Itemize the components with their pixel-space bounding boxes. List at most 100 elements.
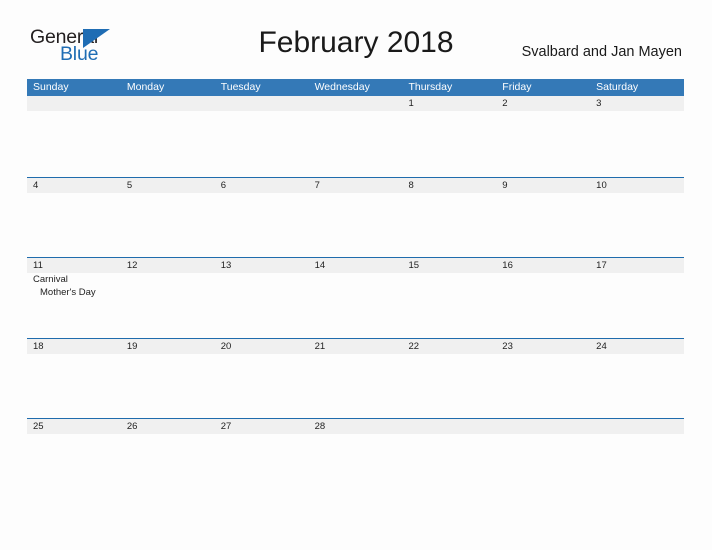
day-number[interactable]: 12: [121, 258, 215, 273]
day-number-empty: [121, 96, 215, 111]
day-cell[interactable]: [496, 193, 590, 257]
day-cell[interactable]: [402, 193, 496, 257]
week-events: Carnival Mother's Day: [27, 273, 684, 337]
day-cell[interactable]: [496, 273, 590, 337]
day-number[interactable]: 14: [309, 258, 403, 273]
day-cell[interactable]: [215, 273, 309, 337]
page-header: General Blue February 2018 Svalbard and …: [0, 0, 712, 65]
weekday-header-wednesday: Wednesday: [314, 81, 370, 93]
weekday-header-monday: Monday: [126, 81, 165, 93]
day-cell[interactable]: [215, 354, 309, 418]
week-events: [27, 354, 684, 418]
weekday-header-row: Sunday Monday Tuesday Wednesday Thursday…: [27, 79, 684, 96]
day-number[interactable]: 28: [309, 419, 403, 434]
day-cell[interactable]: [215, 111, 309, 175]
calendar-weeks: 1 2 3 4 5 6 7 8 9 10 11 12 13 14 15 16 17 Carnival Mother'…: [27, 96, 684, 499]
day-cell[interactable]: [121, 273, 215, 337]
day-number[interactable]: 24: [590, 339, 684, 354]
weekday-header-thursday: Thursday: [408, 81, 453, 93]
calendar-table: Sunday Monday Tuesday Wednesday Thursday…: [27, 79, 684, 499]
day-number[interactable]: 22: [402, 339, 496, 354]
day-number-empty: [309, 96, 403, 111]
day-number[interactable]: 7: [309, 178, 403, 193]
day-number[interactable]: 16: [496, 258, 590, 273]
day-cell[interactable]: [402, 111, 496, 175]
day-number[interactable]: 21: [309, 339, 403, 354]
week-day-numbers: 25 26 27 28: [27, 419, 684, 434]
day-cell[interactable]: [121, 354, 215, 418]
day-number[interactable]: 3: [590, 96, 684, 111]
day-number[interactable]: 5: [121, 178, 215, 193]
day-cell[interactable]: [309, 354, 403, 418]
weekday-header-friday: Friday: [502, 81, 532, 93]
day-number[interactable]: 13: [215, 258, 309, 273]
day-number[interactable]: 11: [27, 258, 121, 273]
day-number[interactable]: 19: [121, 339, 215, 354]
calendar-week-row: 4 5 6 7 8 9 10: [27, 176, 684, 258]
day-number[interactable]: 23: [496, 339, 590, 354]
day-cell[interactable]: [27, 111, 121, 175]
day-cell[interactable]: [590, 434, 684, 498]
day-cell[interactable]: [309, 111, 403, 175]
day-number[interactable]: 4: [27, 178, 121, 193]
weekday-header-sunday: Sunday: [33, 81, 69, 93]
weekday-header-saturday: Saturday: [596, 81, 639, 93]
region-label: Svalbard and Jan Mayen: [521, 44, 682, 60]
calendar-week-row: 25 26 27 28: [27, 418, 684, 499]
week-events: [27, 193, 684, 257]
day-cell[interactable]: [496, 354, 590, 418]
holiday-event: Mother's Day: [40, 286, 96, 298]
day-cell[interactable]: [402, 434, 496, 498]
day-cell[interactable]: [215, 193, 309, 257]
week-day-numbers: 123: [27, 96, 684, 111]
day-number[interactable]: 25: [27, 419, 121, 434]
day-cell[interactable]: [590, 273, 684, 337]
day-number[interactable]: 6: [215, 178, 309, 193]
weekday-header-tuesday: Tuesday: [220, 81, 261, 93]
day-cell[interactable]: [496, 111, 590, 175]
day-cell[interactable]: [309, 273, 403, 337]
day-cell[interactable]: [590, 111, 684, 175]
day-cell[interactable]: [590, 354, 684, 418]
calendar-week-row: 123: [27, 96, 684, 177]
day-number-empty: [402, 419, 496, 434]
calendar-week-row: 11 12 13 14 15 16 17 Carnival Mother's Day: [27, 257, 684, 338]
day-number-empty: [27, 96, 121, 111]
day-number[interactable]: 15: [402, 258, 496, 273]
day-number[interactable]: 26: [121, 419, 215, 434]
day-number-empty: [215, 96, 309, 111]
day-number[interactable]: 8: [402, 178, 496, 193]
week-day-numbers: 18 19 20 21 22 23 24: [27, 338, 684, 354]
day-number[interactable]: 10: [590, 178, 684, 193]
day-cell[interactable]: [121, 111, 215, 175]
day-number[interactable]: 2: [496, 96, 590, 111]
day-number[interactable]: 17: [590, 258, 684, 273]
week-events: [27, 111, 684, 175]
day-cell[interactable]: [215, 434, 309, 498]
week-events: [27, 434, 684, 498]
day-cell[interactable]: [121, 434, 215, 498]
day-cell[interactable]: [27, 354, 121, 418]
day-cell[interactable]: [121, 193, 215, 257]
day-number[interactable]: 1: [402, 96, 496, 111]
day-cell[interactable]: [27, 193, 121, 257]
day-cell[interactable]: Carnival Mother's Day: [27, 273, 121, 337]
holiday-event: Carnival: [33, 274, 68, 285]
day-number[interactable]: 18: [27, 339, 121, 354]
week-day-numbers: 11 12 13 14 15 16 17: [27, 258, 684, 273]
day-number[interactable]: 20: [215, 339, 309, 354]
day-cell[interactable]: [309, 193, 403, 257]
day-number[interactable]: 9: [496, 178, 590, 193]
day-cell[interactable]: [496, 434, 590, 498]
day-cell[interactable]: [27, 434, 121, 498]
day-number-empty: [590, 419, 684, 434]
calendar-week-row: 18 19 20 21 22 23 24: [27, 337, 684, 419]
day-cell[interactable]: [402, 354, 496, 418]
day-number[interactable]: 27: [215, 419, 309, 434]
calendar-page: General Blue February 2018 Svalbard and …: [0, 0, 712, 550]
day-cell[interactable]: [402, 273, 496, 337]
day-cell[interactable]: [590, 193, 684, 257]
week-day-numbers: 4 5 6 7 8 9 10: [27, 177, 684, 193]
day-cell[interactable]: [309, 434, 403, 498]
day-number-empty: [496, 419, 590, 434]
